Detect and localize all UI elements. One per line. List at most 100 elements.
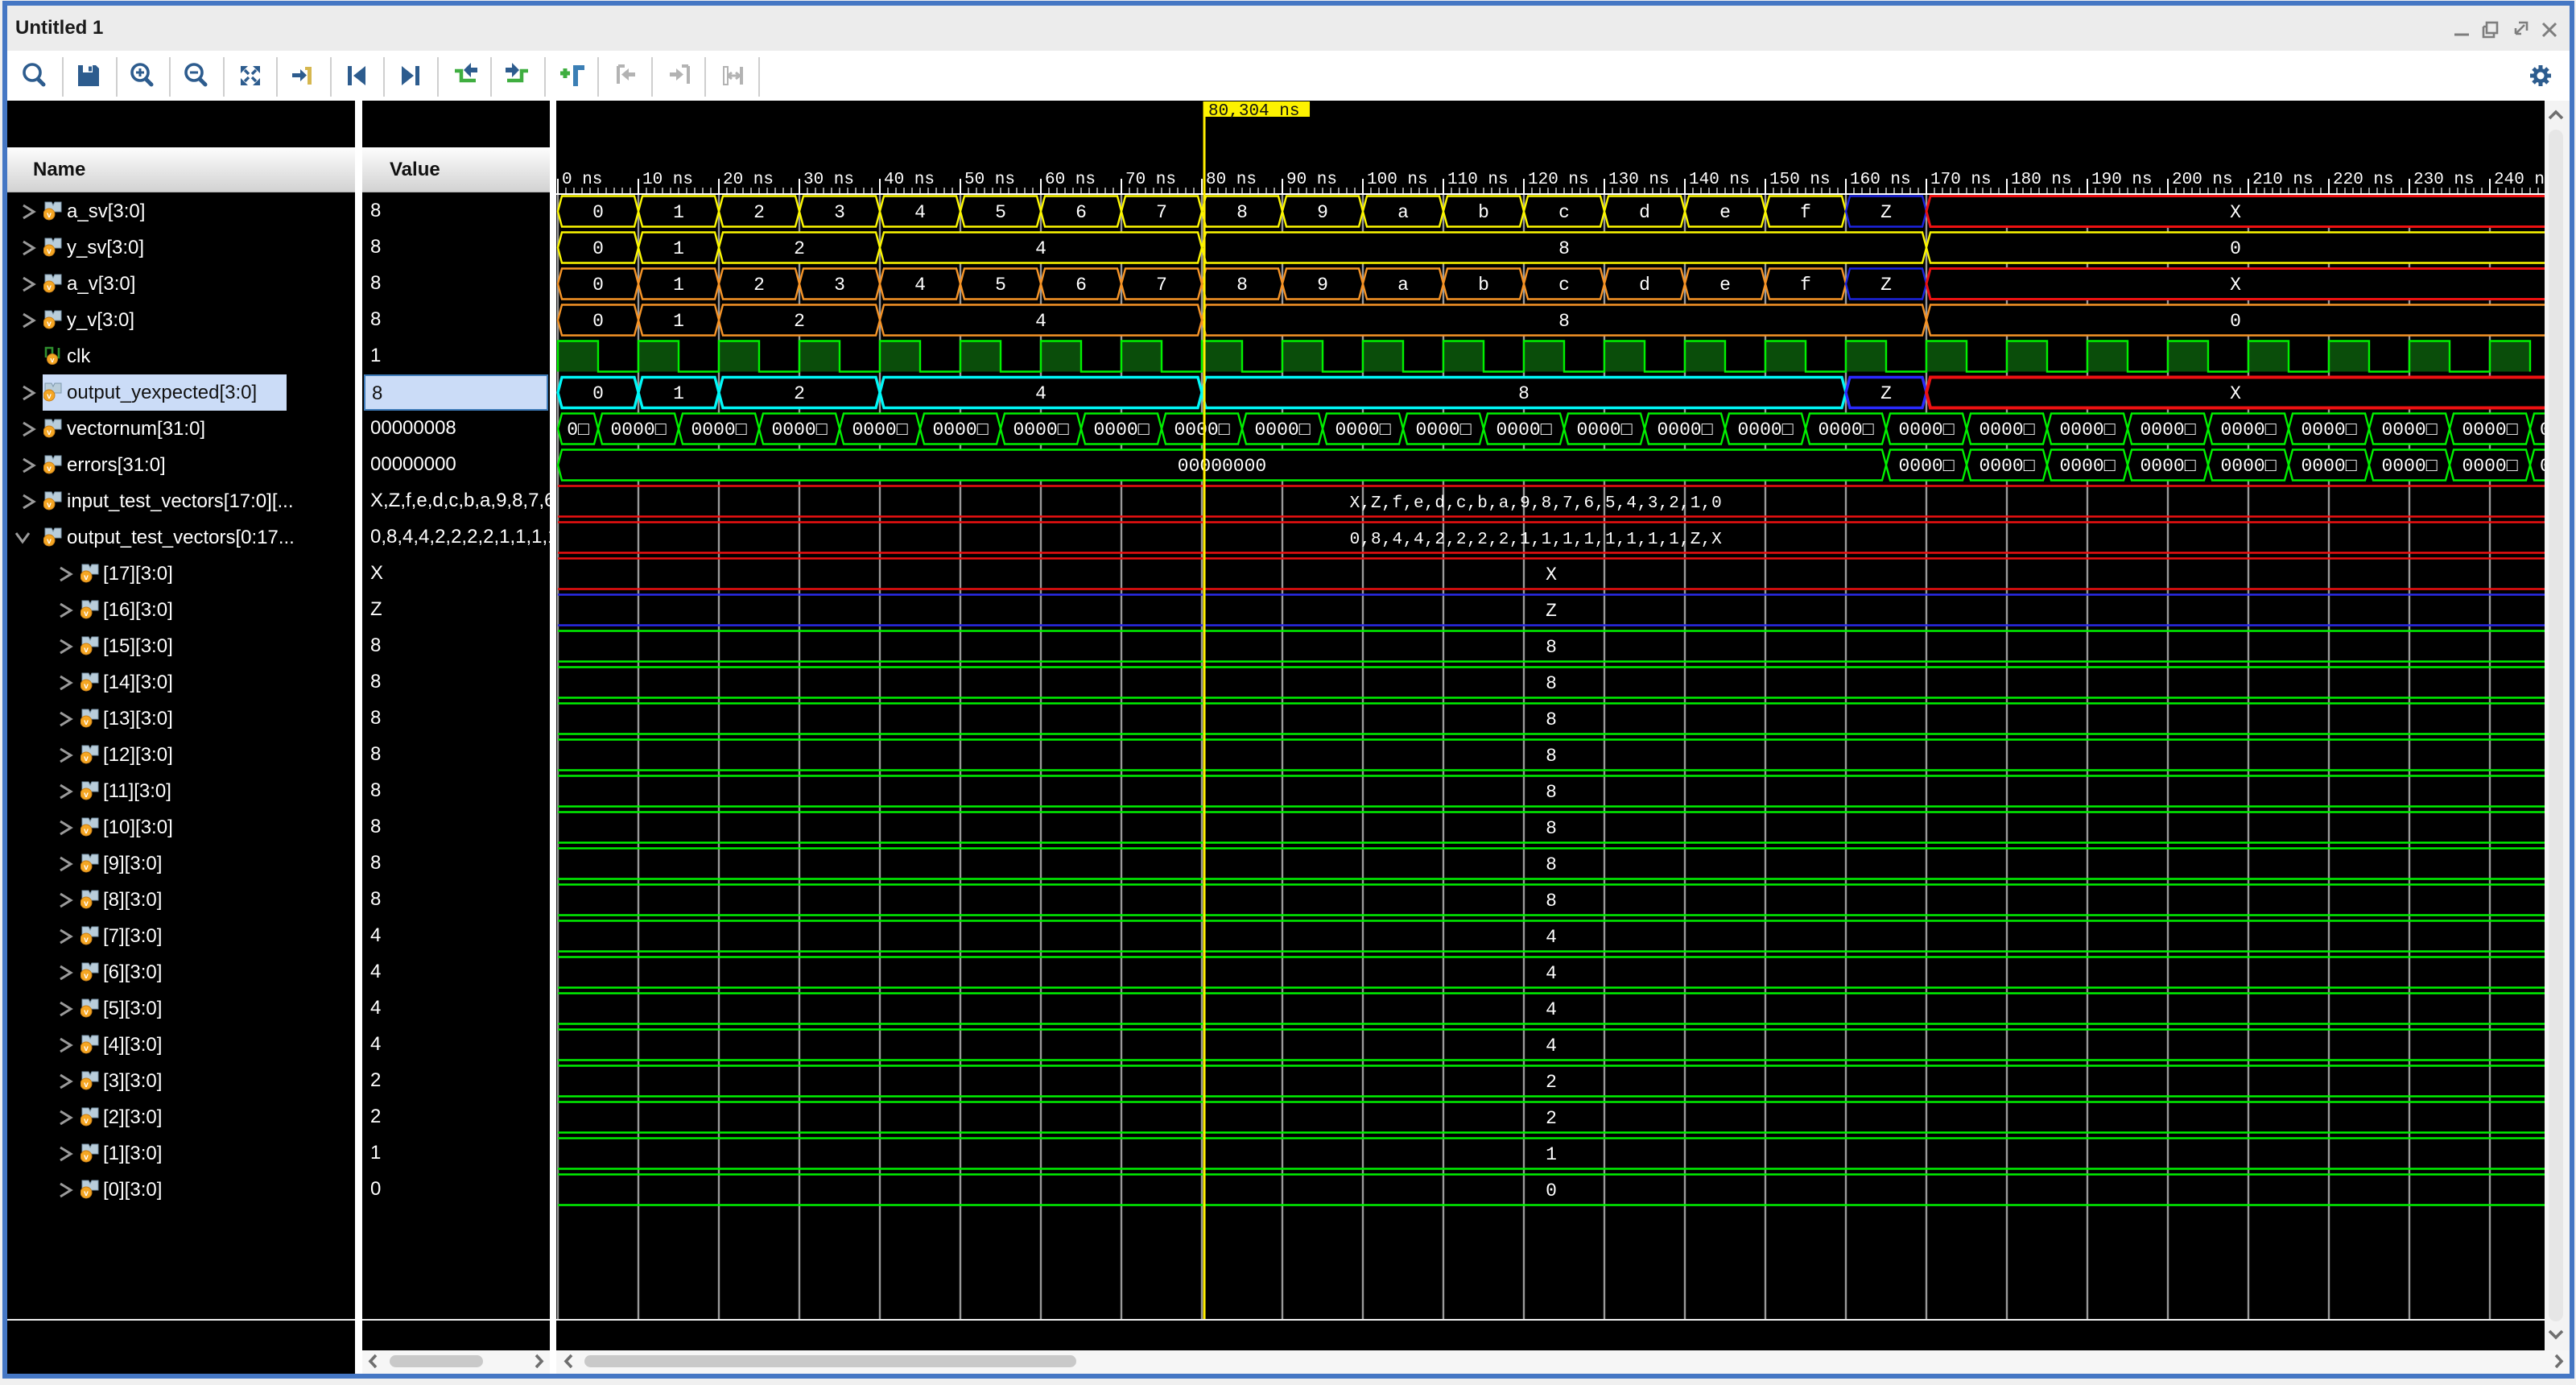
svg-text:2: 2 bbox=[1546, 1072, 1557, 1093]
svg-text:8: 8 bbox=[1546, 891, 1557, 912]
svg-text:140 ns: 140 ns bbox=[1689, 171, 1750, 189]
svg-text:0000□: 0000□ bbox=[1737, 420, 1793, 440]
svg-text:2: 2 bbox=[794, 238, 805, 259]
svg-text:10 ns: 10 ns bbox=[642, 171, 693, 189]
svg-text:1: 1 bbox=[673, 275, 684, 296]
svg-text:6: 6 bbox=[1075, 275, 1087, 296]
svg-text:8: 8 bbox=[1558, 238, 1570, 259]
svg-text:1: 1 bbox=[673, 238, 684, 259]
svg-text:0000□: 0000□ bbox=[2059, 456, 2115, 477]
svg-text:v: v bbox=[84, 864, 89, 873]
svg-text:v: v bbox=[84, 719, 89, 728]
svg-text:v: v bbox=[84, 647, 89, 655]
svg-text:9: 9 bbox=[1317, 275, 1328, 296]
svg-text:f: f bbox=[1800, 275, 1811, 296]
svg-text:190 ns: 190 ns bbox=[2091, 171, 2153, 189]
svg-text:4: 4 bbox=[914, 202, 926, 223]
svg-text:v: v bbox=[47, 248, 52, 257]
svg-text:8: 8 bbox=[1546, 782, 1557, 803]
svg-text:4: 4 bbox=[1546, 1036, 1557, 1056]
svg-text:8: 8 bbox=[1236, 275, 1248, 296]
svg-text:v: v bbox=[84, 1045, 89, 1054]
svg-text:0000□: 0000□ bbox=[2059, 420, 2115, 440]
svg-text:3: 3 bbox=[834, 202, 845, 223]
svg-text:1: 1 bbox=[1546, 1144, 1557, 1165]
svg-text:3: 3 bbox=[834, 275, 845, 296]
svg-text:v: v bbox=[84, 1081, 89, 1090]
svg-text:8: 8 bbox=[1546, 854, 1557, 875]
svg-text:0000□: 0000□ bbox=[2462, 456, 2517, 477]
svg-text:2: 2 bbox=[753, 275, 765, 296]
svg-text:v: v bbox=[84, 610, 89, 619]
svg-text:0000□: 0000□ bbox=[1979, 456, 2034, 477]
svg-text:5: 5 bbox=[995, 275, 1006, 296]
svg-text:d: d bbox=[1639, 275, 1650, 296]
svg-text:0000□: 0000□ bbox=[2301, 456, 2356, 477]
svg-text:8: 8 bbox=[1546, 709, 1557, 730]
svg-text:0: 0 bbox=[592, 238, 604, 259]
svg-text:0: 0 bbox=[592, 202, 604, 223]
svg-text:1: 1 bbox=[673, 202, 684, 223]
svg-text:0000□: 0000□ bbox=[2220, 456, 2276, 477]
svg-text:v: v bbox=[84, 1190, 89, 1199]
svg-text:f: f bbox=[1800, 202, 1811, 223]
svg-text:0000□: 0000□ bbox=[1174, 420, 1229, 440]
svg-text:160 ns: 160 ns bbox=[1850, 171, 1911, 189]
svg-text:8: 8 bbox=[1546, 673, 1557, 694]
svg-text:v: v bbox=[47, 393, 52, 402]
svg-text:X: X bbox=[2230, 202, 2241, 223]
svg-text:0: 0 bbox=[592, 311, 604, 332]
svg-text:v: v bbox=[84, 755, 89, 764]
svg-text:1: 1 bbox=[673, 311, 684, 332]
svg-text:a: a bbox=[1397, 202, 1409, 223]
svg-text:80,304 ns: 80,304 ns bbox=[1208, 102, 1299, 121]
svg-text:80 ns: 80 ns bbox=[1206, 171, 1257, 189]
svg-text:0: 0 bbox=[2230, 238, 2241, 259]
svg-text:v: v bbox=[47, 320, 52, 329]
svg-text:0000□: 0000□ bbox=[1093, 420, 1149, 440]
svg-text:0000□: 0000□ bbox=[771, 420, 827, 440]
svg-text:v: v bbox=[47, 284, 52, 293]
svg-text:Z: Z bbox=[1880, 383, 1892, 404]
svg-text:2: 2 bbox=[794, 383, 805, 404]
svg-text:v: v bbox=[84, 828, 89, 837]
svg-text:e: e bbox=[1719, 275, 1731, 296]
svg-text:0: 0 bbox=[592, 383, 604, 404]
svg-text:220 ns: 220 ns bbox=[2333, 171, 2394, 189]
svg-text:0000□: 0000□ bbox=[852, 420, 907, 440]
svg-text:v: v bbox=[84, 1154, 89, 1163]
svg-text:4: 4 bbox=[1035, 383, 1046, 404]
svg-text:b: b bbox=[1478, 202, 1489, 223]
svg-text:8: 8 bbox=[1236, 202, 1248, 223]
svg-text:0000□: 0000□ bbox=[2301, 420, 2356, 440]
svg-text:4: 4 bbox=[1035, 311, 1046, 332]
svg-text:0000□: 0000□ bbox=[691, 420, 746, 440]
svg-text:0000□: 0000□ bbox=[610, 420, 666, 440]
svg-text:c: c bbox=[1558, 202, 1570, 223]
svg-text:2: 2 bbox=[1546, 1108, 1557, 1129]
svg-text:v: v bbox=[47, 538, 52, 547]
svg-text:4: 4 bbox=[1546, 999, 1557, 1020]
svg-text:0: 0 bbox=[592, 275, 604, 296]
svg-text:210 ns: 210 ns bbox=[2252, 171, 2314, 189]
svg-text:e: e bbox=[1719, 202, 1731, 223]
svg-text:120 ns: 120 ns bbox=[1528, 171, 1589, 189]
svg-text:20 ns: 20 ns bbox=[723, 171, 774, 189]
svg-text:v: v bbox=[84, 973, 89, 982]
svg-text:0000□: 0000□ bbox=[1898, 456, 1954, 477]
svg-text:v: v bbox=[84, 936, 89, 945]
svg-text:0000□: 0000□ bbox=[1415, 420, 1471, 440]
svg-text:Z: Z bbox=[1546, 601, 1557, 622]
svg-text:200 ns: 200 ns bbox=[2172, 171, 2233, 189]
svg-text:8: 8 bbox=[1558, 311, 1570, 332]
svg-text:v: v bbox=[84, 1009, 89, 1018]
svg-text:7: 7 bbox=[1156, 202, 1167, 223]
svg-text:Z: Z bbox=[1880, 275, 1892, 296]
svg-text:0000□: 0000□ bbox=[1335, 420, 1390, 440]
svg-text:70 ns: 70 ns bbox=[1125, 171, 1176, 189]
svg-text:7: 7 bbox=[1156, 275, 1167, 296]
svg-text:4: 4 bbox=[914, 275, 926, 296]
svg-text:a: a bbox=[1397, 275, 1409, 296]
svg-text:8: 8 bbox=[1546, 746, 1557, 767]
svg-text:0000□: 0000□ bbox=[2140, 456, 2195, 477]
